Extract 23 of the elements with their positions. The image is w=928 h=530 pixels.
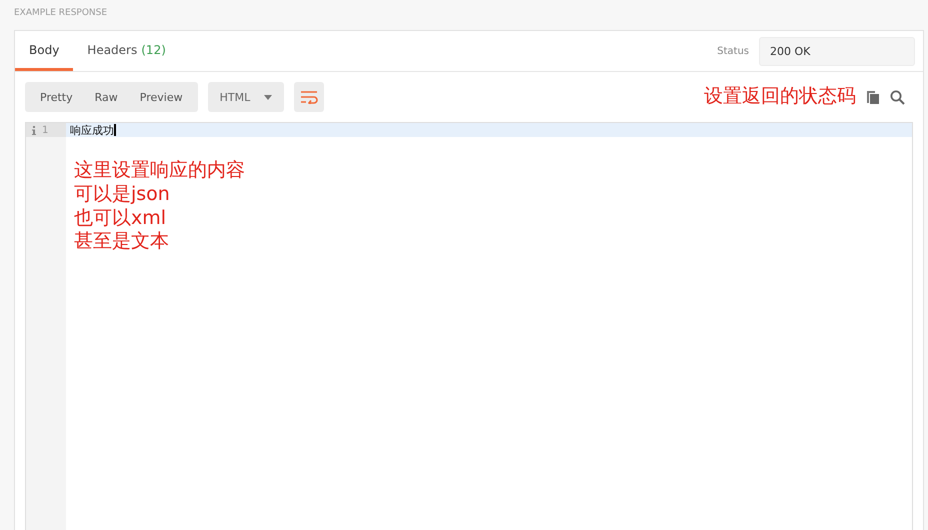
copy-icon[interactable] (866, 90, 880, 104)
code-editor[interactable]: 1 响应成功 这里设置响应的内容 可以是json 也可以xml 甚至是文本 (25, 122, 913, 530)
search-icon[interactable] (890, 90, 905, 104)
tab[interactable]: Headers (12) (73, 31, 180, 71)
annotation-text: 这里设置响应的内容 (74, 159, 246, 183)
wrap-button[interactable] (294, 82, 324, 112)
wrap-icon (300, 90, 318, 104)
code-line: 响应成功 (69, 122, 114, 138)
status-field[interactable]: 200 OK (759, 36, 915, 66)
status-label: Status (717, 46, 749, 56)
info-icon (32, 126, 36, 134)
format-button[interactable]: Raw (84, 82, 129, 112)
line-number: 1 (42, 124, 48, 136)
section-label: EXAMPLE RESPONSE (14, 7, 108, 20)
caret-icon (264, 94, 272, 100)
language-dropdown[interactable]: HTML (208, 82, 284, 112)
annotation-text: 甚至是文本 (74, 230, 170, 254)
format-button[interactable]: Pretty (29, 82, 84, 112)
annotation-text: 也可以xml (74, 206, 168, 230)
format-button[interactable]: Preview (128, 82, 194, 112)
annotation-text: 可以是json (74, 182, 171, 206)
tab[interactable]: Body (15, 31, 74, 71)
annotation-text: 设置返回的状态码 (704, 85, 856, 109)
